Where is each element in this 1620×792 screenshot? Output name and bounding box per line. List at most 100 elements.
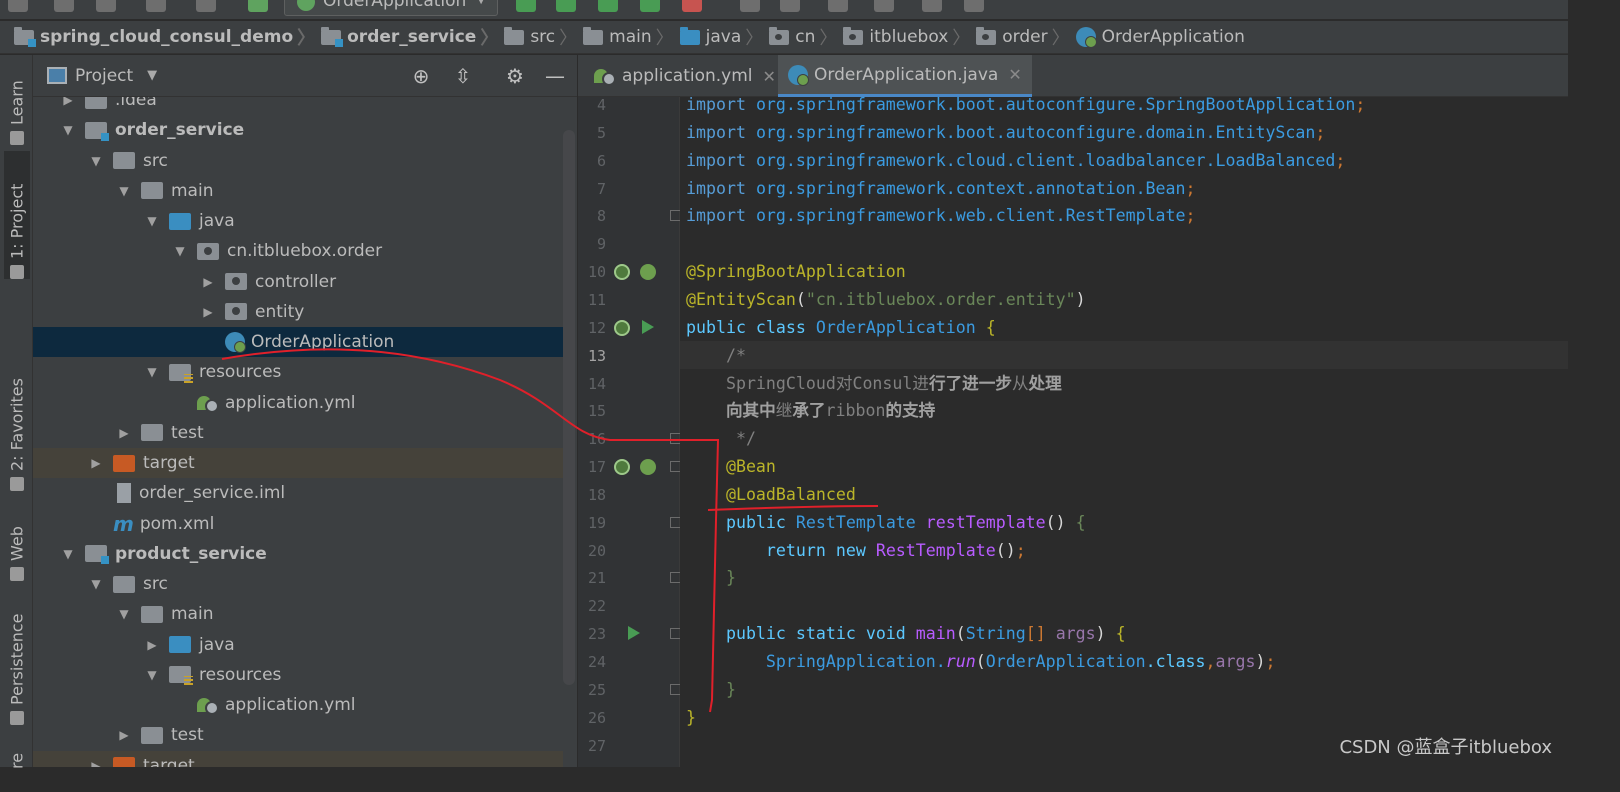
profile-icon[interactable] — [640, 0, 660, 12]
save-icon[interactable] — [54, 0, 74, 12]
breadcrumb-item[interactable]: spring_cloud_consul_demo 〉 — [14, 24, 321, 50]
code-token: public — [686, 512, 796, 532]
project-tree-scrollbar[interactable] — [563, 130, 575, 685]
tree-item[interactable]: ▼ resources — [33, 357, 563, 387]
forward-icon[interactable] — [196, 0, 216, 12]
chevron-down-icon[interactable]: ▼ — [143, 668, 161, 682]
tree-item[interactable]: ▼ src — [33, 569, 563, 599]
chevron-down-icon[interactable]: ▼ — [115, 607, 133, 621]
run-icon[interactable] — [642, 319, 654, 334]
tree-item[interactable]: ▶ target — [33, 750, 563, 768]
tree-item[interactable]: ▶ .idea — [33, 97, 563, 115]
tree-item[interactable]: ▼ product_service — [33, 539, 563, 569]
tree-item[interactable]: ▼ main — [33, 176, 563, 206]
chevron-down-icon[interactable]: ▼ — [59, 547, 77, 561]
tree-item[interactable]: application.yml — [33, 388, 563, 418]
breadcrumb-item[interactable]: order 〉 — [976, 24, 1075, 50]
close-icon[interactable]: ✕ — [1008, 65, 1021, 84]
project-panel-title[interactable]: Project — [75, 66, 133, 86]
breadcrumb-item[interactable]: order_service 〉 — [321, 24, 504, 50]
collapse-all-icon[interactable]: ⇳ — [451, 65, 475, 87]
terminal-icon[interactable] — [922, 0, 942, 12]
chevron-down-icon[interactable]: ▼ — [87, 577, 105, 591]
run-configuration-dropdown[interactable]: OrderApplication ▼ — [284, 0, 498, 16]
chevron-right-icon[interactable]: ▶ — [143, 638, 161, 652]
spring-boot-class-icon — [1075, 27, 1097, 48]
hammer-icon[interactable] — [828, 0, 848, 12]
breadcrumb-item[interactable]: OrderApplication — [1075, 27, 1245, 48]
breadcrumb-item[interactable]: java 〉 — [679, 24, 770, 50]
tree-item[interactable]: ▼ resources — [33, 660, 563, 690]
code-line: } — [680, 564, 1568, 592]
chevron-down-icon[interactable]: ▼ — [115, 184, 133, 198]
gear-icon[interactable]: ⚙ — [503, 65, 527, 87]
chevron-down-icon[interactable]: ▼ — [171, 244, 189, 258]
breadcrumb-item[interactable]: cn 〉 — [769, 24, 843, 50]
tree-item[interactable]: ▶ target — [33, 448, 563, 478]
bean-navigation-icon[interactable] — [614, 264, 630, 281]
menu-icon[interactable] — [8, 0, 28, 12]
chevron-right-icon[interactable]: ▶ — [199, 275, 217, 289]
bean-navigation-icon[interactable] — [614, 459, 630, 476]
chevron-right-icon[interactable]: ▶ — [199, 305, 217, 319]
chevron-right-icon[interactable]: ▶ — [59, 97, 77, 107]
code-editor[interactable]: import org.springframework.boot.autoconf… — [680, 97, 1568, 767]
project-structure-icon[interactable] — [874, 0, 894, 12]
tree-item[interactable]: order_service.iml — [33, 478, 563, 508]
tool-tab-learn[interactable]: Learn — [4, 67, 30, 145]
locate-file-icon[interactable]: ⊕ — [409, 65, 433, 87]
spring-bean-icon[interactable] — [640, 264, 656, 281]
update-icon[interactable] — [780, 0, 800, 12]
breadcrumb-item[interactable]: main 〉 — [583, 24, 679, 50]
tree-item[interactable]: ▼ java — [33, 206, 563, 236]
chevron-down-icon[interactable]: ▼ — [59, 123, 77, 137]
tree-item[interactable]: application.yml — [33, 690, 563, 720]
tool-tab-persistence[interactable]: Persistence — [4, 607, 30, 725]
tree-item-label: java — [199, 211, 235, 231]
line-number: 12 — [587, 318, 606, 337]
tree-item[interactable]: ▼ order_service — [33, 115, 563, 145]
bean-navigation-icon[interactable] — [614, 319, 630, 336]
breadcrumb-item[interactable]: itbluebox 〉 — [843, 24, 976, 50]
chevron-right-icon[interactable]: ▶ — [87, 456, 105, 470]
tree-item[interactable]: ▶ test — [33, 720, 563, 750]
tree-item[interactable]: ▶ entity — [33, 297, 563, 327]
run-icon[interactable] — [516, 0, 536, 12]
debug-icon[interactable] — [556, 0, 576, 12]
spring-bean-icon[interactable] — [640, 459, 656, 476]
tree-item[interactable]: ▼ src — [33, 146, 563, 176]
coverage-icon[interactable] — [598, 0, 618, 12]
minimize-icon[interactable]: — — [543, 65, 567, 87]
search-icon[interactable] — [964, 0, 984, 12]
watermark: CSDN @蓝盒子itbluebox — [1339, 737, 1552, 758]
back-icon[interactable] — [146, 0, 166, 12]
tree-item[interactable]: m pom.xml — [33, 509, 563, 539]
tool-tab-structure[interactable]: re — [4, 745, 30, 769]
stop-icon[interactable] — [682, 0, 702, 12]
tool-tab-favorites[interactable]: 2: Favorites — [4, 373, 30, 491]
tab-application-yml[interactable]: application.yml ✕ — [584, 55, 786, 97]
chevron-down-icon[interactable]: ▼ — [143, 365, 161, 379]
build-icon[interactable] — [248, 0, 268, 12]
chevron-down-icon[interactable]: ▼ — [147, 68, 157, 83]
attach-icon[interactable] — [740, 0, 760, 12]
breadcrumb-item[interactable]: src 〉 — [504, 24, 583, 50]
tool-tab-web[interactable]: Web — [4, 517, 30, 581]
chevron-right-icon[interactable]: ▶ — [115, 426, 133, 440]
tool-tab-project[interactable]: 1: Project — [4, 151, 30, 279]
tree-item[interactable]: ▼ main — [33, 599, 563, 629]
chevron-down-icon[interactable]: ▼ — [143, 214, 161, 228]
chevron-right-icon[interactable]: ▶ — [115, 728, 133, 742]
code-token: org.springframework.cloud.client.loadbal… — [755, 150, 1336, 170]
tab-orderapplication-java[interactable]: OrderApplication.java ✕ — [778, 55, 1032, 97]
close-icon[interactable]: ✕ — [763, 67, 776, 86]
tree-item[interactable]: ▶ java — [33, 630, 563, 660]
tree-item[interactable]: ▶ test — [33, 418, 563, 448]
tree-item[interactable]: OrderApplication — [33, 327, 563, 357]
tree-item[interactable]: ▼ cn.itbluebox.order — [33, 236, 563, 266]
run-icon[interactable] — [628, 626, 640, 641]
tree-item[interactable]: ▶ controller — [33, 267, 563, 297]
chevron-down-icon[interactable]: ▼ — [87, 154, 105, 168]
sync-icon[interactable] — [96, 0, 116, 12]
chevron-right-icon[interactable]: ▶ — [87, 759, 105, 768]
